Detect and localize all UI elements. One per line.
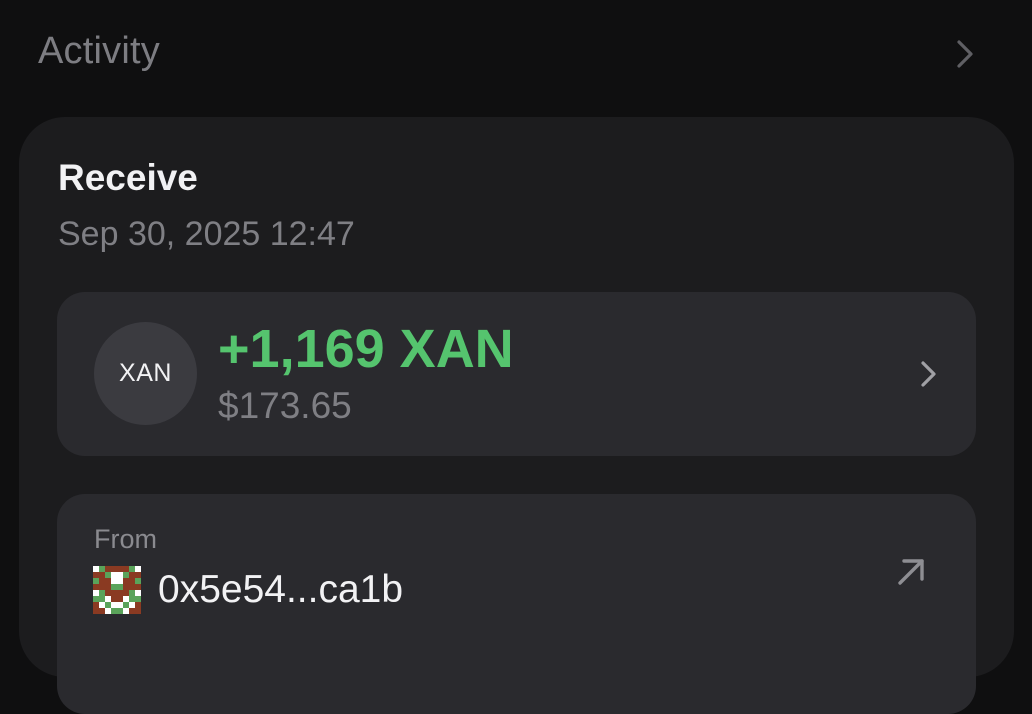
chevron-right-icon[interactable] xyxy=(950,36,980,72)
received-amount: +1,169 XAN xyxy=(218,319,514,379)
token-avatar: XAN xyxy=(94,322,197,425)
from-label: From xyxy=(94,524,157,554)
transaction-card: Receive Sep 30, 2025 12:47 XAN +1,169 XA… xyxy=(19,117,1014,714)
transaction-type: Receive xyxy=(58,157,198,198)
chevron-right-icon[interactable] xyxy=(915,358,941,390)
token-symbol: XAN xyxy=(119,359,172,387)
identicon-avatar xyxy=(93,566,141,614)
transaction-date: Sep 30, 2025 12:47 xyxy=(58,215,355,253)
sender-row[interactable]: From 0x5e54...ca1b xyxy=(57,494,976,714)
page-title: Activity xyxy=(38,30,160,72)
sender-address[interactable]: 0x5e54...ca1b xyxy=(158,566,403,614)
fiat-value: $173.65 xyxy=(218,385,352,426)
activity-header[interactable]: Activity xyxy=(0,0,1032,110)
arrow-up-right-icon[interactable] xyxy=(891,552,931,592)
token-amount-row[interactable]: XAN +1,169 XAN $173.65 xyxy=(57,292,976,456)
